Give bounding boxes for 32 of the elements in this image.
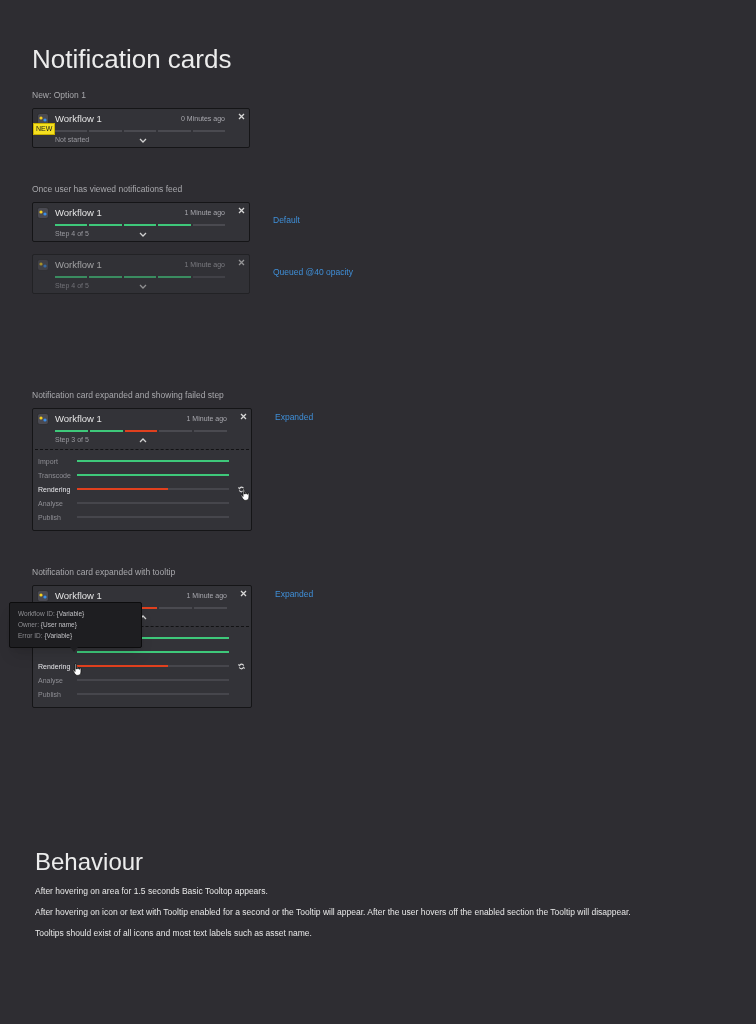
workflow-title: Workflow 1 — [55, 111, 102, 126]
hand-cursor-icon — [72, 663, 83, 676]
state-note: Expanded — [275, 411, 314, 424]
app-icon — [37, 413, 49, 425]
section-caption: Notification card expanded and showing failed step — [32, 390, 225, 400]
close-icon[interactable] — [238, 113, 245, 120]
app-icon — [37, 259, 49, 271]
chevron-down-icon[interactable] — [139, 284, 147, 289]
workflow-title: Workflow 1 — [55, 588, 102, 603]
state-note: Expanded — [275, 588, 314, 601]
workflow-title: Workflow 1 — [55, 205, 102, 220]
close-icon[interactable] — [238, 259, 245, 266]
behaviour-paragraph: After hovering on icon or text with Tooltip enabled for a second or the Tooltip will appear. After the user hovers off the enabled section the Tooltip will disappear. — [35, 907, 632, 918]
app-icon — [37, 207, 49, 219]
section-caption: New: Option 1 — [32, 90, 87, 100]
page-title: Notification cards — [32, 44, 233, 74]
state-note: Default — [273, 214, 300, 227]
chevron-up-icon[interactable] — [139, 438, 147, 443]
close-icon[interactable] — [240, 590, 247, 597]
chevron-down-icon[interactable] — [139, 138, 147, 143]
close-icon[interactable] — [238, 207, 245, 214]
close-icon[interactable] — [240, 413, 247, 420]
section-caption: Once user has viewed notifications feed — [32, 184, 184, 194]
workflow-title: Workflow 1 — [55, 257, 102, 272]
chevron-down-icon[interactable] — [139, 232, 147, 237]
behaviour-paragraph: After hovering on area for 1.5 seconds Basic Tooltop appears. — [35, 886, 269, 897]
behaviour-paragraph: Tooltips should exist of all icons and most text labels such as asset name. — [35, 928, 313, 939]
behaviour-heading: Behaviour — [35, 848, 145, 876]
retry-icon[interactable] — [238, 662, 245, 670]
workflow-title: Workflow 1 — [55, 411, 102, 426]
section-caption: Notification card expanded with tooltip — [32, 567, 177, 577]
state-note: Queued @40 opacity — [273, 266, 353, 279]
